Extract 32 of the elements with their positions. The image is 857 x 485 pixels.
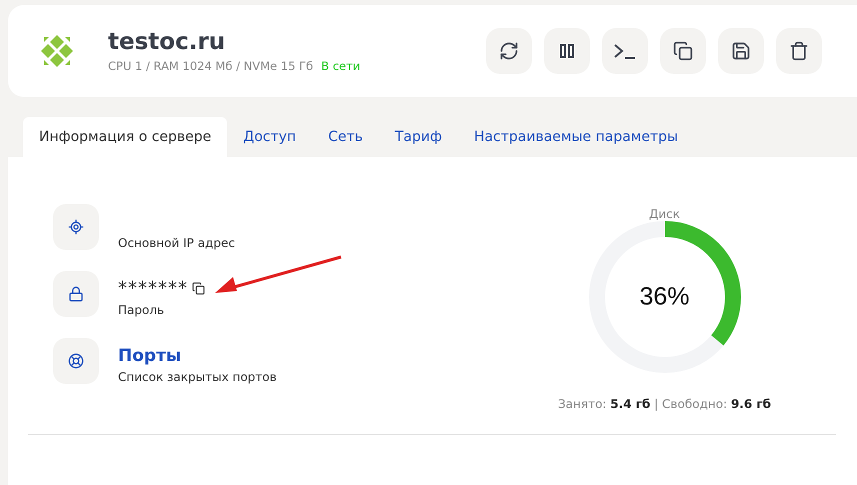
item-label: Список закрытых портов — [118, 370, 277, 384]
server-specs: CPU 1 / RAM 1024 Мб / NVMe 15 Гб — [108, 59, 314, 73]
target-icon — [68, 219, 84, 235]
tab[interactable]: Информация о сервере — [23, 117, 228, 157]
password-value: ******* — [118, 278, 188, 299]
copy-icon — [673, 41, 693, 61]
save-button[interactable] — [718, 28, 764, 74]
item-label: Пароль — [118, 303, 166, 317]
lock-icon — [68, 286, 84, 302]
lifebuoy-icon — [68, 353, 84, 369]
disk-percent: 36% — [639, 282, 690, 312]
delete-button[interactable] — [776, 28, 822, 74]
terminal-button[interactable] — [602, 28, 648, 74]
copy-button[interactable] — [660, 28, 706, 74]
copy-icon[interactable] — [192, 282, 205, 295]
tab[interactable]: Доступ — [227, 117, 312, 157]
item-label: Основной IP адрес — [118, 236, 235, 250]
refresh-button[interactable] — [486, 28, 532, 74]
logo-icon — [40, 34, 74, 68]
tab[interactable]: Настраиваемые параметры — [458, 117, 694, 157]
refresh-icon — [499, 41, 519, 61]
pause-icon — [557, 41, 577, 61]
server-title: testoc.ru — [108, 29, 226, 55]
status-text: В сети — [321, 59, 360, 73]
tab[interactable]: Сеть — [312, 117, 379, 157]
ports-link[interactable]: Порты — [118, 346, 277, 366]
disk-title: Диск — [648, 207, 680, 221]
pause-button[interactable] — [544, 28, 590, 74]
disk-summary: Занято: 5.4 гб | Свободно: 9.6 гб — [558, 397, 772, 411]
tab[interactable]: Тариф — [378, 117, 458, 157]
save-icon — [731, 41, 751, 61]
trash-icon — [789, 41, 809, 61]
